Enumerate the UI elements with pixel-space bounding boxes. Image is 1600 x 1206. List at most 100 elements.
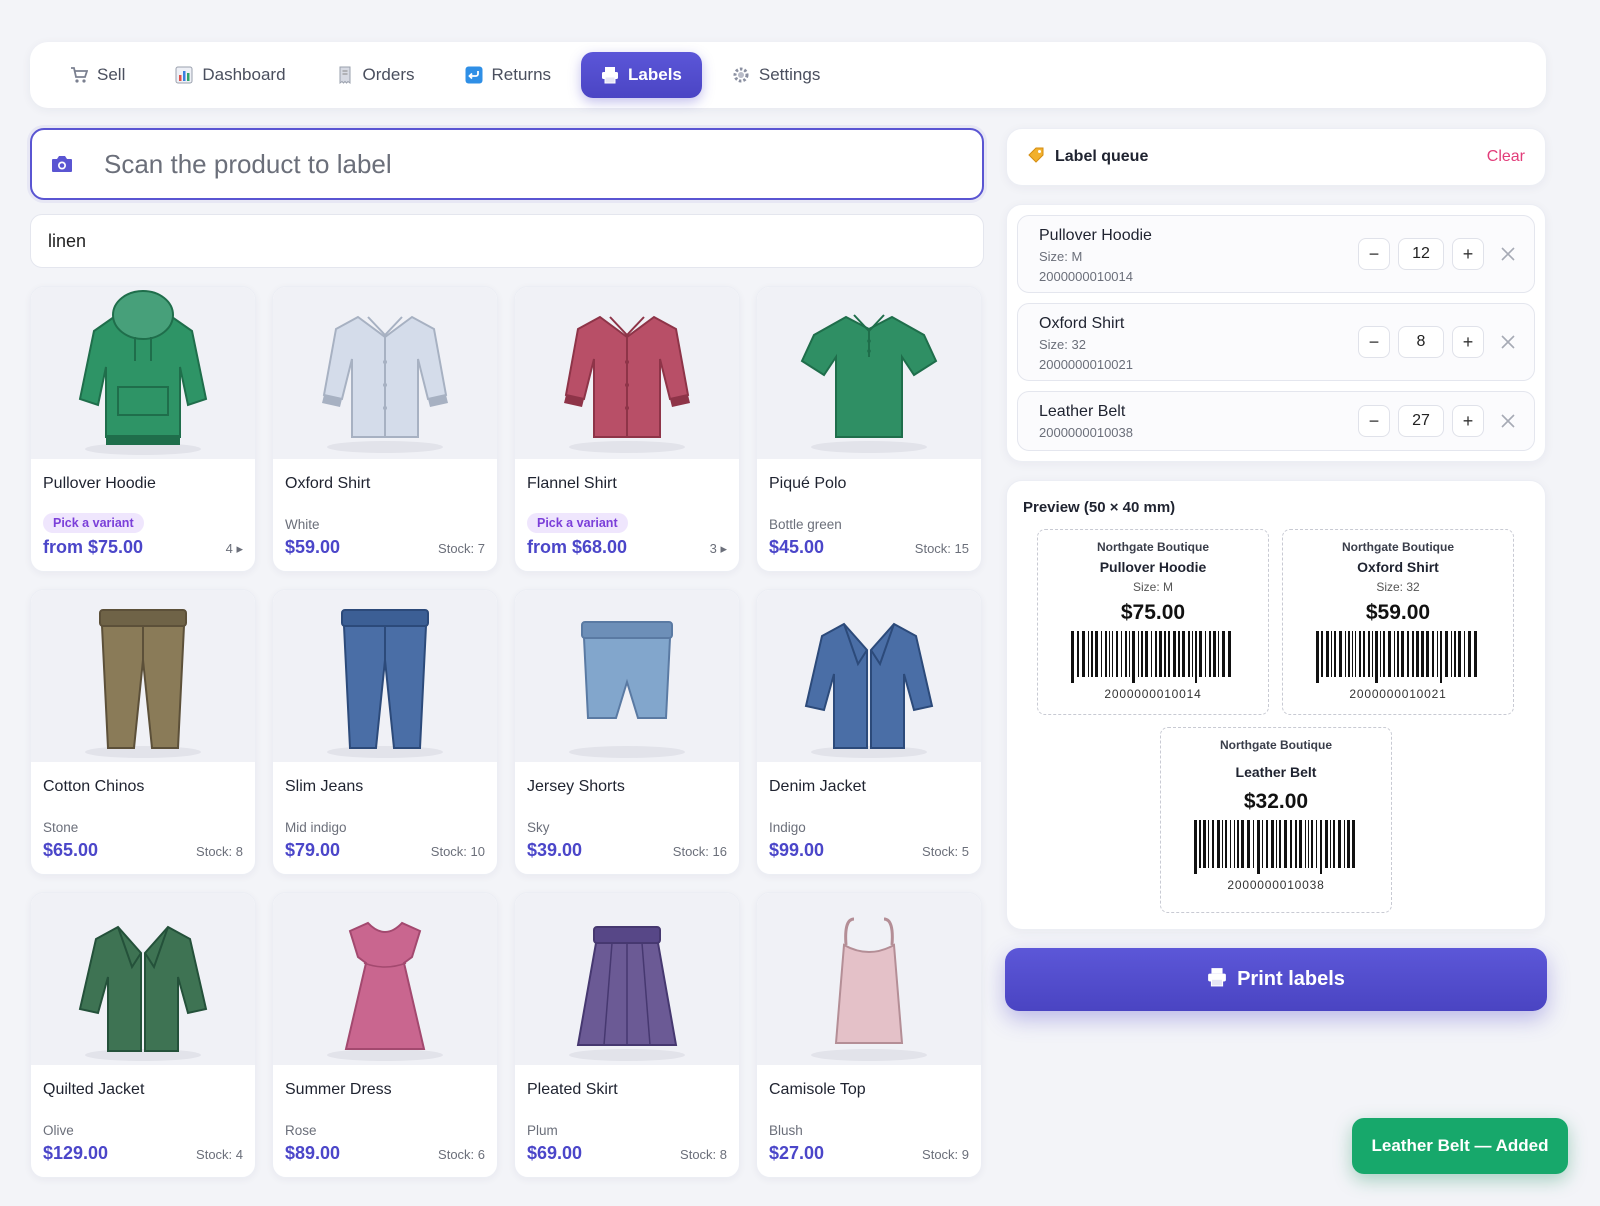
product-card[interactable]: Flannel Shirt Pick a variant from $68.00… [514,286,740,572]
queue-item-name: Leather Belt [1039,403,1126,420]
product-price: $39.00 [527,840,583,860]
top-nav: Sell Dashboard Orders Returns Labels Set… [30,42,1546,108]
product-card[interactable]: Denim Jacket Indigo $99.00 Stock: 5 [756,589,982,875]
jacket-icon [78,925,208,1061]
tab-dashboard[interactable]: Dashboard [155,52,305,98]
return-icon [465,66,483,84]
product-variant: Plum [527,1123,558,1138]
product-card[interactable]: Jersey Shorts Sky $39.00 Stock: 16 [514,589,740,875]
product-price: $65.00 [43,840,99,860]
barcode-icon [1316,631,1477,683]
product-stock: Stock: 15 [914,541,969,556]
product-card[interactable]: Oxford Shirt White $59.00 Stock: 7 [272,286,498,572]
product-price: from $68.00 [527,537,628,557]
product-stock: Stock: 16 [672,844,727,859]
quantity-input[interactable]: 27 [1398,405,1444,437]
label-barcode-number: 2000000010021 [1349,687,1447,701]
product-card[interactable]: Cotton Chinos Stone $65.00 Stock: 8 [30,589,256,875]
label-product: Oxford Shirt [1357,559,1439,575]
queue-item-barcode: 2000000010021 [1039,357,1133,372]
label-size: Size: M [1132,580,1173,594]
quantity-input[interactable]: 8 [1398,326,1444,358]
product-image [515,287,739,459]
remove-icon[interactable] [1496,409,1520,433]
product-price: from $75.00 [43,537,144,557]
product-variant: Olive [43,1123,74,1138]
product-image [31,590,255,762]
label-price: $59.00 [1365,601,1431,624]
label-barcode-number: 2000000010038 [1227,878,1325,892]
print-labels-button[interactable]: Print labels [1005,948,1547,1011]
print-labels-label: Print labels [1237,968,1345,990]
product-card[interactable]: Camisole Top Blush $27.00 Stock: 9 [756,892,982,1178]
product-name: Piqué Polo [769,475,847,492]
product-card[interactable]: Pullover Hoodie Pick a variant from $75.… [30,286,256,572]
pants-icon [327,609,443,758]
tab-orders[interactable]: Orders [316,52,435,98]
toast-notification: Leather Belt — Added [1352,1118,1568,1174]
queue-item: Oxford Shirt Size: 32 2000000010021 − 8 … [1017,303,1535,381]
product-name: Flannel Shirt [527,475,617,492]
label-price: $75.00 [1120,601,1186,624]
tab-settings[interactable]: Settings [712,52,840,98]
queue-item-size: Size: 32 [1039,337,1086,352]
clear-queue-button[interactable]: Clear [1487,148,1525,166]
tab-returns[interactable]: Returns [445,52,572,98]
product-card[interactable]: Piqué Polo Bottle green $45.00 Stock: 15 [756,286,982,572]
product-image [757,893,981,1065]
camisole-icon [811,917,927,1061]
decrement-button[interactable]: − [1358,238,1390,270]
increment-button[interactable]: + [1452,238,1484,270]
queue-title: Label queue [1055,148,1149,165]
tab-sell[interactable]: Sell [50,52,145,98]
product-stock: Stock: 10 [430,844,485,859]
product-stock: Stock: 8 [196,844,243,859]
chart-icon [175,66,193,84]
product-variant: Sky [527,820,550,835]
decrement-button[interactable]: − [1358,405,1390,437]
product-name: Quilted Jacket [43,1081,145,1098]
gear-icon [732,66,750,84]
tab-label: Orders [362,65,415,84]
label-product: Pullover Hoodie [1099,559,1207,575]
product-card[interactable]: Pleated Skirt Plum $69.00 Stock: 8 [514,892,740,1178]
label-store: Northgate Boutique [1342,540,1454,554]
product-stock: Stock: 7 [438,541,485,556]
product-name: Summer Dress [285,1081,392,1098]
scan-input[interactable] [104,148,904,180]
label-product: Leather Belt [1235,764,1317,780]
increment-button[interactable]: + [1452,326,1484,358]
quantity-input[interactable]: 12 [1398,238,1444,270]
product-variant: Bottle green [769,517,842,532]
product-card[interactable]: Quilted Jacket Olive $129.00 Stock: 4 [30,892,256,1178]
product-price: $59.00 [285,537,341,557]
product-name: Slim Jeans [285,778,364,795]
printer-icon [1207,967,1227,993]
product-card[interactable]: Slim Jeans Mid indigo $79.00 Stock: 10 [272,589,498,875]
receipt-icon [336,66,354,84]
label-store: Northgate Boutique [1097,540,1209,554]
remove-icon[interactable] [1496,330,1520,354]
queue-item: Leather Belt 2000000010038 − 27 + [1017,391,1535,451]
shorts-icon [569,621,685,758]
product-variant: White [285,517,320,532]
product-image [757,287,981,459]
increment-button[interactable]: + [1452,405,1484,437]
queue-item-name: Oxford Shirt [1039,315,1125,332]
product-price: $129.00 [43,1143,109,1163]
scan-bar [30,128,984,200]
product-card[interactable]: Summer Dress Rose $89.00 Stock: 6 [272,892,498,1178]
shirt-icon [564,315,690,453]
cart-icon [70,66,88,84]
product-price: $45.00 [769,537,825,557]
filter-input[interactable] [48,230,948,252]
product-price: $89.00 [285,1143,341,1163]
remove-icon[interactable] [1496,242,1520,266]
decrement-button[interactable]: − [1358,326,1390,358]
label-queue-header: Label queue Clear [1006,128,1546,186]
product-image [31,893,255,1065]
variant-count: 4 ▸ [225,541,243,556]
product-image [273,287,497,459]
preview-title: Preview (50 × 40 mm) [1023,499,1176,516]
tab-labels[interactable]: Labels [581,52,702,98]
